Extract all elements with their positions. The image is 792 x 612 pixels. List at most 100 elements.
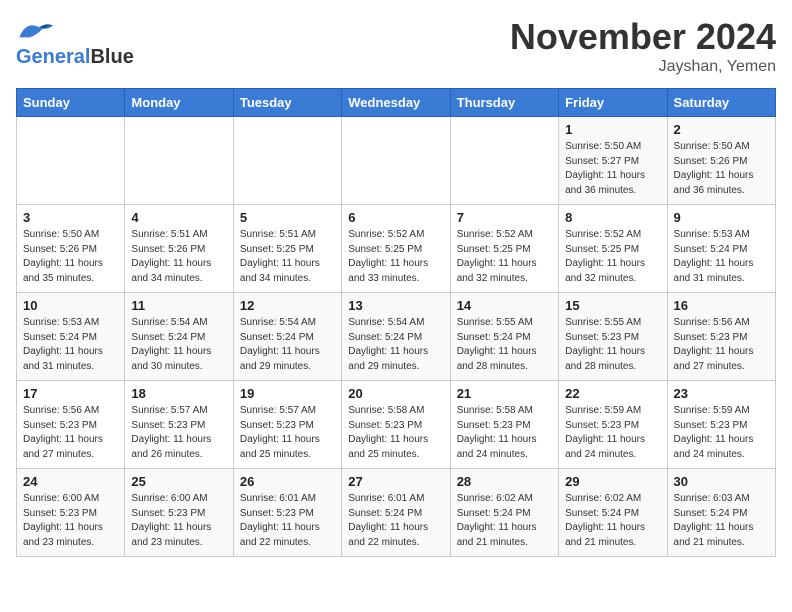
day-number: 18 (131, 386, 226, 401)
day-number: 12 (240, 298, 335, 313)
day-info: Sunrise: 5:53 AM Sunset: 5:24 PM Dayligh… (23, 316, 118, 374)
day-info: Sunrise: 5:53 AM Sunset: 5:24 PM Dayligh… (674, 228, 769, 286)
day-number: 8 (565, 210, 660, 225)
weekday-header-monday: Monday (125, 89, 233, 117)
day-number: 23 (674, 386, 769, 401)
calendar-cell (17, 117, 125, 205)
day-number: 22 (565, 386, 660, 401)
day-info: Sunrise: 5:57 AM Sunset: 5:23 PM Dayligh… (240, 404, 335, 462)
day-info: Sunrise: 5:52 AM Sunset: 5:25 PM Dayligh… (457, 228, 552, 286)
page-header: General Blue November 2024 Jayshan, Yeme… (16, 16, 776, 76)
day-info: Sunrise: 5:54 AM Sunset: 5:24 PM Dayligh… (131, 316, 226, 374)
day-number: 29 (565, 474, 660, 489)
day-number: 15 (565, 298, 660, 313)
day-info: Sunrise: 6:01 AM Sunset: 5:23 PM Dayligh… (240, 492, 335, 550)
calendar-cell: 14Sunrise: 5:55 AM Sunset: 5:24 PM Dayli… (450, 293, 558, 381)
day-info: Sunrise: 6:00 AM Sunset: 5:23 PM Dayligh… (131, 492, 226, 550)
calendar-week-1: 1Sunrise: 5:50 AM Sunset: 5:27 PM Daylig… (17, 117, 776, 205)
logo-general: General (16, 46, 90, 69)
day-info: Sunrise: 5:52 AM Sunset: 5:25 PM Dayligh… (565, 228, 660, 286)
day-number: 4 (131, 210, 226, 225)
calendar-cell: 24Sunrise: 6:00 AM Sunset: 5:23 PM Dayli… (17, 469, 125, 557)
calendar-cell: 23 Sunrise: 5:59 AM Sunset: 5:23 PM Dayli… (667, 381, 775, 469)
logo-blue: Blue (90, 46, 133, 69)
calendar-table: SundayMondayTuesdayWednesdayThursdayFrid… (16, 88, 776, 557)
day-info: Sunrise: 5:57 AM Sunset: 5:23 PM Dayligh… (131, 404, 226, 462)
day-info: Sunrise: 5:55 AM Sunset: 5:23 PM Dayligh… (565, 316, 660, 374)
calendar-cell: 19Sunrise: 5:57 AM Sunset: 5:23 PM Dayli… (233, 381, 341, 469)
calendar-cell: 25Sunrise: 6:00 AM Sunset: 5:23 PM Dayli… (125, 469, 233, 557)
day-info: Sunrise: 5:58 AM Sunset: 5:23 PM Dayligh… (348, 404, 443, 462)
calendar-cell: 30 Sunrise: 6:03 AM Sunset: 5:24 PM Dayli… (667, 469, 775, 557)
month-title: November 2024 (510, 16, 776, 58)
day-number: 2 (674, 122, 769, 137)
calendar-body: 1Sunrise: 5:50 AM Sunset: 5:27 PM Daylig… (17, 117, 776, 557)
calendar-cell: 26 Sunrise: 6:01 AM Sunset: 5:23 PM Dayli… (233, 469, 341, 557)
calendar-cell: 28 Sunrise: 6:02 AM Sunset: 5:24 PM Dayli… (450, 469, 558, 557)
day-info: Sunrise: 6:02 AM Sunset: 5:24 PM Dayligh… (565, 492, 660, 550)
weekday-header-sunday: Sunday (17, 89, 125, 117)
day-number: 21 (457, 386, 552, 401)
calendar-cell: 21 Sunrise: 5:58 AM Sunset: 5:23 PM Dayli… (450, 381, 558, 469)
day-number: 28 (457, 474, 552, 489)
day-info: Sunrise: 6:03 AM Sunset: 5:24 PM Dayligh… (674, 492, 769, 550)
calendar-cell: 8 Sunrise: 5:52 AM Sunset: 5:25 PM Daylig… (559, 205, 667, 293)
day-info: Sunrise: 5:56 AM Sunset: 5:23 PM Dayligh… (674, 316, 769, 374)
day-number: 7 (457, 210, 552, 225)
day-number: 30 (674, 474, 769, 489)
location: Jayshan, Yemen (510, 58, 776, 76)
weekday-header-tuesday: Tuesday (233, 89, 341, 117)
day-number: 20 (348, 386, 443, 401)
day-number: 10 (23, 298, 118, 313)
calendar-cell: 27Sunrise: 6:01 AM Sunset: 5:24 PM Dayli… (342, 469, 450, 557)
day-info: Sunrise: 5:58 AM Sunset: 5:23 PM Dayligh… (457, 404, 552, 462)
day-info: Sunrise: 5:59 AM Sunset: 5:23 PM Dayligh… (565, 404, 660, 462)
logo-icon (16, 16, 56, 44)
calendar-cell: 20 Sunrise: 5:58 AM Sunset: 5:23 PM Dayli… (342, 381, 450, 469)
calendar-cell: 29 Sunrise: 6:02 AM Sunset: 5:24 PM Dayli… (559, 469, 667, 557)
day-number: 3 (23, 210, 118, 225)
day-info: Sunrise: 6:02 AM Sunset: 5:24 PM Dayligh… (457, 492, 552, 550)
calendar-cell: 16Sunrise: 5:56 AM Sunset: 5:23 PM Dayli… (667, 293, 775, 381)
day-number: 27 (348, 474, 443, 489)
calendar-week-4: 17Sunrise: 5:56 AM Sunset: 5:23 PM Dayli… (17, 381, 776, 469)
day-number: 6 (348, 210, 443, 225)
day-number: 11 (131, 298, 226, 313)
calendar-cell (450, 117, 558, 205)
calendar-week-3: 10 Sunrise: 5:53 AM Sunset: 5:24 PM Dayli… (17, 293, 776, 381)
weekday-header-saturday: Saturday (667, 89, 775, 117)
calendar-cell: 10 Sunrise: 5:53 AM Sunset: 5:24 PM Dayli… (17, 293, 125, 381)
day-info: Sunrise: 5:56 AM Sunset: 5:23 PM Dayligh… (23, 404, 118, 462)
calendar-cell: 7 Sunrise: 5:52 AM Sunset: 5:25 PM Daylig… (450, 205, 558, 293)
calendar-cell: 22 Sunrise: 5:59 AM Sunset: 5:23 PM Dayli… (559, 381, 667, 469)
day-number: 13 (348, 298, 443, 313)
logo: General Blue (16, 16, 134, 69)
calendar-week-2: 3Sunrise: 5:50 AM Sunset: 5:26 PM Daylig… (17, 205, 776, 293)
day-number: 26 (240, 474, 335, 489)
weekday-header-thursday: Thursday (450, 89, 558, 117)
calendar-cell: 12 Sunrise: 5:54 AM Sunset: 5:24 PM Dayli… (233, 293, 341, 381)
day-number: 9 (674, 210, 769, 225)
calendar-cell (125, 117, 233, 205)
calendar-week-5: 24 Sunrise: 6:00 AM Sunset: 5:23 PM Dayli… (17, 469, 776, 557)
calendar-cell: 3Sunrise: 5:50 AM Sunset: 5:26 PM Daylig… (17, 205, 125, 293)
calendar-cell (342, 117, 450, 205)
calendar-cell (233, 117, 341, 205)
day-info: Sunrise: 5:52 AM Sunset: 5:25 PM Dayligh… (348, 228, 443, 286)
weekday-header-wednesday: Wednesday (342, 89, 450, 117)
calendar-cell: 17Sunrise: 5:56 AM Sunset: 5:23 PM Dayli… (17, 381, 125, 469)
day-number: 5 (240, 210, 335, 225)
calendar-cell: 13 Sunrise: 5:54 AM Sunset: 5:24 PM Dayli… (342, 293, 450, 381)
day-info: Sunrise: 5:59 AM Sunset: 5:23 PM Dayligh… (674, 404, 769, 462)
day-info: Sunrise: 5:54 AM Sunset: 5:24 PM Dayligh… (240, 316, 335, 374)
calendar-cell: 18 Sunrise: 5:57 AM Sunset: 5:23 PM Dayli… (125, 381, 233, 469)
day-info: Sunrise: 5:50 AM Sunset: 5:26 PM Dayligh… (674, 140, 769, 198)
calendar-cell: 1Sunrise: 5:50 AM Sunset: 5:27 PM Daylig… (559, 117, 667, 205)
calendar-header-row: SundayMondayTuesdayWednesdayThursdayFrid… (17, 89, 776, 117)
day-info: Sunrise: 5:51 AM Sunset: 5:26 PM Dayligh… (131, 228, 226, 286)
day-number: 24 (23, 474, 118, 489)
day-info: Sunrise: 5:55 AM Sunset: 5:24 PM Dayligh… (457, 316, 552, 374)
day-info: Sunrise: 5:54 AM Sunset: 5:24 PM Dayligh… (348, 316, 443, 374)
calendar-cell: 5 Sunrise: 5:51 AM Sunset: 5:25 PM Daylig… (233, 205, 341, 293)
day-info: Sunrise: 5:51 AM Sunset: 5:25 PM Dayligh… (240, 228, 335, 286)
